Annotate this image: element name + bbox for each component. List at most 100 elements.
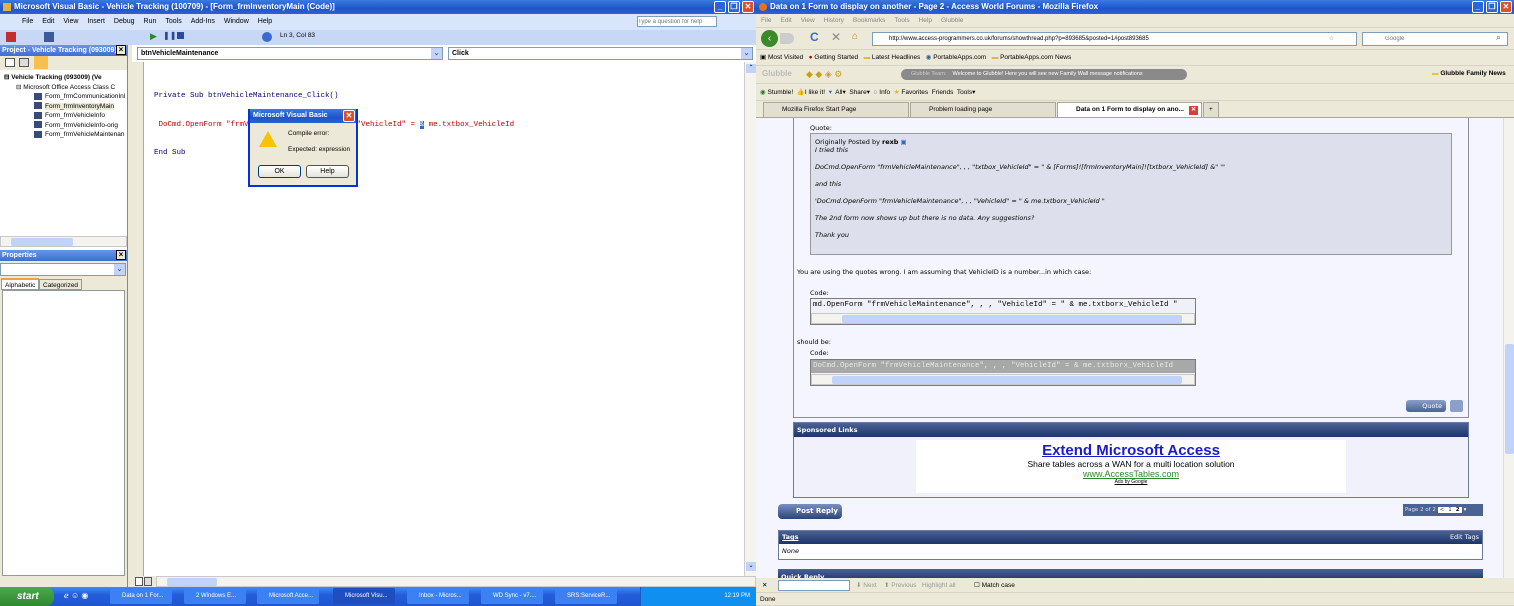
friends-button[interactable]: Friends — [932, 89, 954, 96]
info-button[interactable]: ◌ Info — [874, 89, 891, 96]
tab-problem-loading[interactable]: Problem loading page — [910, 102, 1056, 117]
tab-alphabetic[interactable]: Alphabetic — [1, 278, 40, 290]
tree-folder[interactable]: ⊟ Microsoft Office Access Class C — [4, 83, 127, 93]
reset-icon[interactable] — [177, 32, 184, 39]
quote-author-link[interactable]: rexb — [882, 138, 898, 146]
pager-page-1[interactable]: 1 — [1446, 507, 1454, 513]
pager-menu-icon[interactable]: ▾ — [1462, 507, 1467, 513]
quote-button[interactable]: Quote — [1406, 400, 1446, 412]
run-icon[interactable]: ▶ — [150, 31, 157, 42]
view-object-icon[interactable] — [19, 58, 29, 67]
menu-window[interactable]: Window — [224, 18, 249, 25]
scroll-up-icon[interactable]: ⌃ — [746, 64, 756, 73]
scroll-thumb[interactable] — [1505, 344, 1514, 454]
share-button[interactable]: Share — [849, 89, 866, 96]
url-bar[interactable]: http://www.access-programmers.co.uk/foru… — [872, 32, 1357, 46]
glubble-notification[interactable]: Glubble Team: Welcome to Glubble! Here y… — [901, 69, 1187, 80]
multi-quote-icon[interactable] — [1450, 400, 1463, 412]
new-tab-button[interactable]: + — [1203, 102, 1219, 117]
all-dropdown[interactable]: All — [835, 89, 842, 96]
tree-item[interactable]: Form_frmVehicleInfo-orig — [4, 121, 127, 131]
bookmark-portableapps[interactable]: ◉ PortableApps.com — [926, 54, 987, 61]
ff-menu-tools[interactable]: Tools — [894, 17, 909, 24]
ff-close-button[interactable]: ✕ — [1500, 1, 1512, 13]
dislike-button[interactable]: ▾ — [829, 89, 832, 96]
menu-edit[interactable]: Edit — [42, 18, 54, 25]
view-access-icon[interactable] — [6, 32, 16, 42]
search-input[interactable] — [1362, 32, 1508, 46]
code-box-scrollbar[interactable] — [811, 374, 1195, 385]
scroll-down-icon[interactable]: ⌄ — [746, 562, 756, 571]
home-icon[interactable]: ⌂ — [852, 31, 858, 42]
help-icon[interactable] — [262, 32, 272, 42]
close-find-icon[interactable]: ✕ — [762, 578, 767, 593]
taskbar-item-firefox[interactable]: Data on 1 For... — [110, 588, 172, 604]
page-vscrollbar[interactable] — [1503, 118, 1514, 578]
taskbar-item-srs[interactable]: SRS:ServiceR... — [555, 588, 617, 604]
match-case-checkbox[interactable]: ☐ Match case — [974, 578, 1015, 593]
taskbar-item-wdsync[interactable]: WD Sync - v7.... — [481, 588, 543, 604]
bookmark-most-visited[interactable]: ▣ Most Visited — [760, 54, 803, 61]
project-hscrollbar[interactable] — [0, 236, 127, 247]
view-code-icon[interactable] — [5, 58, 15, 67]
glubble-family-news[interactable]: ▬ Glubble Family News — [1432, 70, 1506, 77]
glubble-logo[interactable]: Glubble — [762, 69, 792, 78]
ff-menu-glubble[interactable]: Glubble — [941, 17, 963, 24]
code-box-text-selected[interactable]: DoCmd.OpenForm "frmVehicleMaintenance", … — [811, 360, 1195, 373]
tree-item[interactable]: Form_frmCommunicationInl — [4, 92, 127, 102]
ad-url-link[interactable]: www.AccessTables.com — [916, 469, 1346, 479]
full-module-view-icon[interactable] — [144, 577, 152, 586]
tab-categorized[interactable]: Categorized — [39, 279, 83, 290]
menu-insert[interactable]: Insert — [87, 18, 105, 25]
ff-menu-file[interactable]: File — [761, 17, 771, 24]
tab-close-icon[interactable]: ✕ — [1189, 106, 1198, 115]
tree-root[interactable]: ⊟ Vehicle Tracking (093009) (Ve — [4, 73, 127, 83]
ad-title-link[interactable]: Extend Microsoft Access — [916, 442, 1346, 459]
bookmark-latest-headlines[interactable]: ▬ Latest Headlines — [864, 54, 921, 61]
find-input[interactable] — [778, 580, 850, 591]
tab-active-thread[interactable]: Data on 1 Form to display on ano... ✕ — [1057, 102, 1202, 117]
stumble-button[interactable]: ◉ Stumble! — [760, 89, 793, 96]
tab-firefox-start[interactable]: Mozilla Firefox Start Page — [763, 102, 909, 117]
toggle-folders-icon[interactable] — [34, 56, 48, 69]
break-icon[interactable]: ❚❚ — [163, 31, 176, 40]
object-combo[interactable]: btnVehicleMaintenance ⌄ — [137, 47, 443, 60]
menu-addins[interactable]: Add-Ins — [191, 18, 215, 25]
code-hscrollbar[interactable] — [156, 576, 756, 587]
restore-button[interactable]: ❐ — [728, 1, 740, 13]
favorites-button[interactable]: ★ Favorites — [894, 89, 928, 96]
stumble-tools-button[interactable]: Tools — [957, 89, 972, 96]
search-icon[interactable]: ⌕ — [1496, 32, 1501, 43]
procedure-combo[interactable]: Click ⌄ — [448, 47, 753, 60]
menu-view[interactable]: View — [63, 18, 78, 25]
tree-item[interactable]: Form_frmVehicleInfo — [4, 111, 127, 121]
taskbar-item-outlook[interactable]: Inbox - Micros... — [407, 588, 469, 604]
tree-item[interactable]: Form_frmVehicleMaintenan — [4, 130, 127, 140]
ff-menu-bookmarks[interactable]: Bookmarks — [853, 17, 886, 24]
ads-by-google-link[interactable]: Ads by Google — [916, 479, 1346, 485]
forward-button[interactable] — [780, 33, 794, 44]
bookmark-getting-started[interactable]: ● Getting Started — [809, 54, 858, 61]
quick-launch-icons[interactable]: ℯ ☺ ◉ — [64, 591, 88, 600]
minimize-button[interactable]: _ — [714, 1, 726, 13]
highlight-all-button[interactable]: Highlight all — [922, 578, 956, 593]
back-button[interactable]: ‹ — [761, 30, 778, 47]
ff-menu-view[interactable]: View — [801, 17, 815, 24]
code-box-scrollbar[interactable] — [811, 313, 1195, 324]
close-button[interactable]: ✕ — [742, 1, 754, 13]
ff-minimize-button[interactable]: _ — [1472, 1, 1484, 13]
menu-run[interactable]: Run — [144, 18, 157, 25]
bookmark-star-icon[interactable]: ☆ — [1329, 33, 1334, 45]
pager-prev[interactable]: < — [1437, 507, 1447, 513]
glubble-icons[interactable]: ◆ ◆ ◈ ⚙ — [806, 69, 842, 80]
close-properties-button[interactable]: × — [116, 250, 126, 260]
edit-tags-link[interactable]: Edit Tags — [1450, 531, 1479, 544]
tree-item-selected[interactable]: Form_frmInventoryMain — [4, 102, 127, 112]
ff-menu-help[interactable]: Help — [919, 17, 932, 24]
post-reply-button[interactable]: Post Reply — [778, 504, 842, 519]
reload-icon[interactable]: C — [810, 30, 819, 44]
find-next-button[interactable]: ⬇ Next — [856, 578, 877, 593]
code-box-text[interactable]: md.OpenForm "frmVehicleMaintenance", , ,… — [811, 299, 1195, 312]
dialog-close-button[interactable]: ✕ — [343, 110, 355, 122]
menu-file[interactable]: File — [22, 18, 33, 25]
